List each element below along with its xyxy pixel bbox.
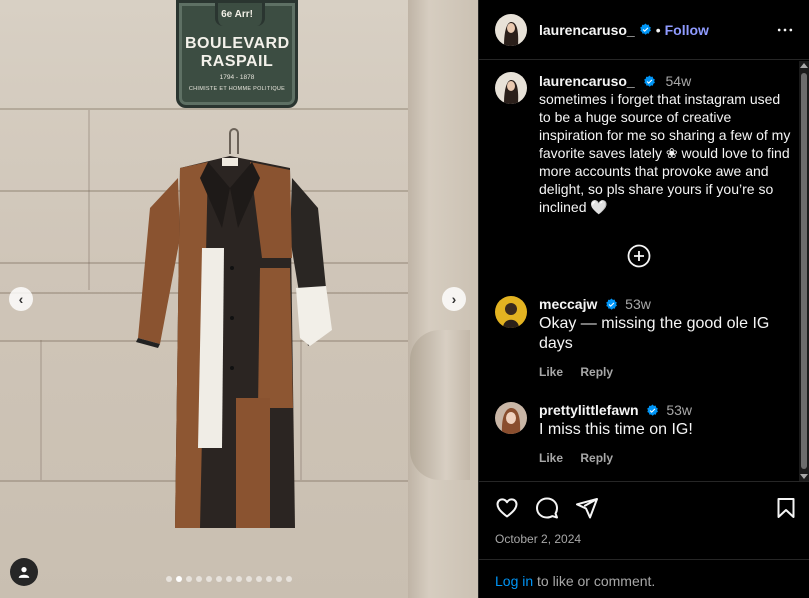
avatar[interactable] xyxy=(495,13,527,46)
next-slide-button[interactable]: › xyxy=(442,287,466,311)
post-actions-bar: October 2, 2024 Log in to like or commen… xyxy=(479,481,809,598)
caption-username[interactable]: laurencaruso_ xyxy=(539,73,635,89)
verified-badge-icon xyxy=(606,298,618,310)
caption-body: laurencaruso_ 54w sometimes i forget tha… xyxy=(539,72,791,216)
carousel-dot xyxy=(226,576,232,582)
comment-like-button[interactable]: Like xyxy=(539,451,563,465)
wall-joint xyxy=(40,340,42,480)
post-side-panel: laurencaruso_ • Follow laurencaruso_ 54w… xyxy=(478,0,809,598)
login-prompt: Log in to like or comment. xyxy=(479,559,809,598)
profile-photo xyxy=(495,13,527,46)
verified-badge-icon xyxy=(647,404,659,416)
login-link[interactable]: Log in xyxy=(495,573,533,589)
prev-slide-button[interactable]: ‹ xyxy=(9,287,33,311)
post-media: 6e Arr! BOULEVARD RASPAIL 1794 - 1878 CH… xyxy=(0,0,478,598)
share-icon[interactable] xyxy=(575,496,599,520)
verified-badge-icon xyxy=(643,75,655,87)
caption-timestamp[interactable]: 54w xyxy=(666,73,692,89)
comment-text: Okay — missing the good ole IG days xyxy=(539,315,770,352)
street-sign-line1: BOULEVARD xyxy=(185,35,290,52)
carousel-indicator xyxy=(166,576,292,582)
comment-timestamp[interactable]: 53w xyxy=(625,296,651,312)
username-link[interactable]: laurencaruso_ xyxy=(539,22,635,38)
separator-dot: • xyxy=(655,21,661,38)
street-sign-arrondissement: 6e Arr! xyxy=(221,9,253,20)
caption-text: sometimes i forget that instagram used t… xyxy=(539,91,791,215)
comment-like-button[interactable]: Like xyxy=(539,365,563,379)
carousel-dot xyxy=(256,576,262,582)
carousel-dot xyxy=(286,576,292,582)
wall-joint xyxy=(88,110,90,290)
carousel-dot xyxy=(176,576,182,582)
scrollbar-thumb[interactable] xyxy=(801,73,807,469)
post-date[interactable]: October 2, 2024 xyxy=(495,532,581,546)
comment-username[interactable]: prettylittlefawn xyxy=(539,402,639,418)
comment-actions: Like Reply xyxy=(539,365,791,379)
carousel-dot xyxy=(266,576,272,582)
comment-body: meccajw 53w Okay — missing the good ole … xyxy=(539,296,791,379)
street-sign-line2: RASPAIL xyxy=(200,53,274,70)
tagged-users-button[interactable] xyxy=(10,558,38,586)
carousel-dot xyxy=(196,576,202,582)
street-sign: 6e Arr! BOULEVARD RASPAIL 1794 - 1878 CH… xyxy=(176,0,298,108)
carousel-dot xyxy=(216,576,222,582)
wall-joint xyxy=(0,108,420,110)
comment-text: I miss this time on IG! xyxy=(539,421,693,438)
carousel-dot xyxy=(276,576,282,582)
carousel-dot xyxy=(186,576,192,582)
comment-item: prettylittlefawn 53w I miss this time on… xyxy=(495,402,791,465)
carousel-dot xyxy=(166,576,172,582)
load-more-comments-icon[interactable] xyxy=(627,244,651,268)
comment-icon[interactable] xyxy=(535,496,559,520)
scroll-down-arrow[interactable] xyxy=(800,474,808,479)
post-header: laurencaruso_ • Follow xyxy=(479,0,809,60)
comment-reply-button[interactable]: Reply xyxy=(580,365,613,379)
chevron-right-icon: › xyxy=(451,291,457,307)
chevron-left-icon: ‹ xyxy=(18,291,24,307)
profile-photo xyxy=(495,296,527,328)
bookmark-icon[interactable] xyxy=(774,496,798,520)
profile-photo xyxy=(495,72,527,104)
scroll-up-arrow[interactable] xyxy=(800,63,808,68)
comment-actions: Like Reply xyxy=(539,451,693,465)
comments-scrollbar[interactable] xyxy=(799,61,809,481)
heart-icon[interactable] xyxy=(495,496,519,520)
carousel-dot xyxy=(206,576,212,582)
follow-button[interactable]: Follow xyxy=(665,22,709,38)
comment-reply-button[interactable]: Reply xyxy=(580,451,613,465)
comment-body: prettylittlefawn 53w I miss this time on… xyxy=(539,402,693,465)
carousel-dot xyxy=(246,576,252,582)
avatar[interactable] xyxy=(495,402,527,434)
avatar[interactable] xyxy=(495,72,527,104)
user-tag-icon xyxy=(18,567,30,578)
avatar[interactable] xyxy=(495,296,527,328)
drain-pipe xyxy=(410,330,470,480)
profile-photo xyxy=(495,402,527,434)
comment-item: meccajw 53w Okay — missing the good ole … xyxy=(495,296,791,379)
street-sign-years: 1794 - 1878 xyxy=(219,74,255,81)
comment-timestamp[interactable]: 53w xyxy=(666,402,692,418)
carousel-dot xyxy=(236,576,242,582)
login-prompt-text: to like or comment. xyxy=(533,573,656,589)
verified-badge-icon xyxy=(639,23,651,35)
comments-section: laurencaruso_ 54w sometimes i forget tha… xyxy=(479,61,809,481)
street-sign-name: BOULEVARD RASPAIL xyxy=(185,35,289,71)
patchwork-coat-image xyxy=(136,156,332,528)
more-options-icon[interactable] xyxy=(775,20,795,40)
street-sign-subtitle: CHIMISTE ET HOMME POLITIQUE xyxy=(188,86,286,92)
comment-username[interactable]: meccajw xyxy=(539,296,597,312)
post-caption: laurencaruso_ 54w sometimes i forget tha… xyxy=(495,72,791,216)
